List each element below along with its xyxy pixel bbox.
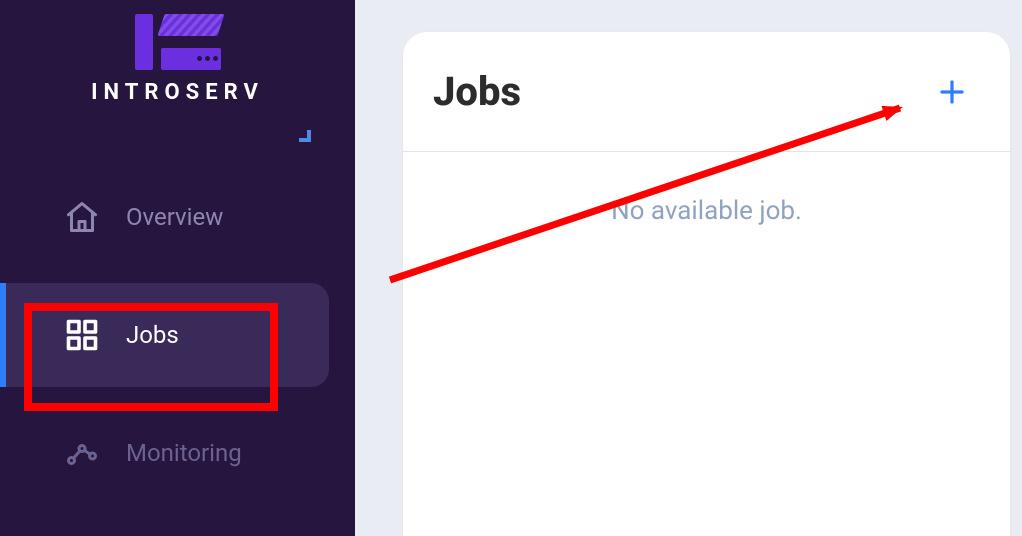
brand-name: INTROSERV [91, 80, 264, 105]
sidebar-item-jobs[interactable]: Jobs [0, 283, 329, 387]
sidebar-nav: Overview Jobs [0, 169, 355, 501]
plus-icon [937, 77, 967, 107]
home-icon [62, 197, 102, 237]
card-body: No available job. [403, 152, 1010, 226]
sidebar-item-label: Jobs [126, 321, 179, 349]
sidebar-item-label: Overview [126, 203, 223, 231]
monitoring-icon [62, 433, 102, 473]
empty-state-text: No available job. [403, 196, 1010, 226]
sidebar-item-label: Monitoring [126, 439, 242, 467]
add-job-button[interactable] [934, 74, 970, 110]
sidebar-item-overview[interactable]: Overview [0, 169, 355, 265]
brand: INTROSERV [0, 0, 355, 105]
sidebar-item-monitoring[interactable]: Monitoring [0, 405, 355, 501]
brand-logo-icon [135, 12, 221, 72]
sidebar: INTROSERV Overview J [0, 0, 355, 536]
card-header: Jobs [403, 32, 1010, 152]
collapse-sidebar-icon[interactable] [295, 130, 311, 142]
jobs-card: Jobs No available job. [403, 32, 1010, 536]
page-title: Jobs [433, 68, 521, 115]
grid-icon [62, 315, 102, 355]
content-area: Jobs No available job. [355, 0, 1022, 536]
